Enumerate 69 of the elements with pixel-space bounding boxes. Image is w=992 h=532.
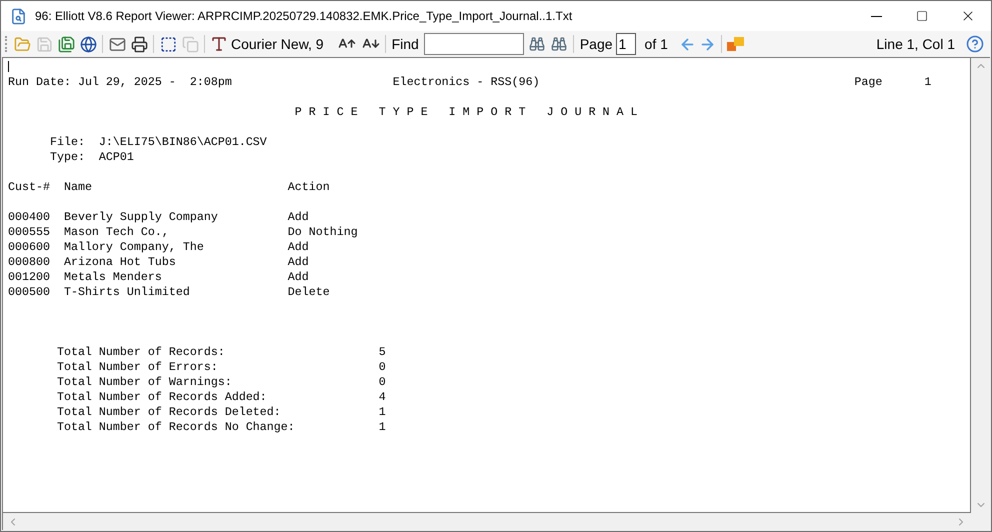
customer-number: 000600: [8, 240, 51, 255]
find-label: Find: [392, 34, 419, 54]
customer-name: Beverly Supply Company: [64, 210, 219, 225]
total-label: Total Number of Records:: [56, 345, 226, 360]
page-count: of 1: [644, 34, 668, 54]
total-label: Total Number of Warnings:: [56, 375, 233, 390]
total-label: Total Number of Records No Change:: [56, 420, 296, 435]
printer-icon: [130, 36, 148, 52]
customer-number: 000800: [8, 255, 51, 270]
action: Add: [288, 255, 309, 270]
total-label: Total Number of Errors:: [56, 360, 219, 375]
page-label: Page: [580, 34, 613, 54]
total-value: 5: [378, 345, 386, 360]
column-header: Name: [64, 180, 93, 195]
customer-number: 000500: [8, 285, 51, 300]
customer-name: Mallory Company, The: [64, 240, 205, 255]
total-value: 0: [378, 360, 386, 375]
customer-number: 000555: [8, 225, 51, 240]
find-field[interactable]: [424, 33, 524, 55]
toolbar-grip[interactable]: [5, 36, 8, 52]
binoculars-icon: [528, 36, 545, 52]
action: Do Nothing: [288, 225, 358, 240]
file-label: File:: [50, 135, 86, 150]
text-cursor: [8, 61, 9, 72]
file-path: J:\ELI75\BIN86\ACP01.CSV: [98, 135, 267, 150]
left-arrow-icon: [679, 36, 696, 52]
total-value: 0: [378, 375, 386, 390]
total-value: 1: [378, 420, 386, 435]
customer-name: T-Shirts Unlimited: [64, 285, 191, 300]
action: Delete: [288, 285, 330, 300]
font-icon: [210, 35, 228, 53]
customer-name: Arizona Hot Tubs: [64, 255, 177, 270]
page-label: Page: [854, 75, 884, 90]
action: Add: [288, 210, 309, 225]
dashed-square-icon: [160, 36, 176, 52]
customer-name: Metals Menders: [64, 270, 163, 285]
page-number: 1: [924, 75, 932, 90]
report-title: P R I C E T Y P E I M P O R T J O U R N A L: [294, 105, 638, 120]
copy-icon: [182, 36, 198, 52]
run-date: Run Date: Jul 29, 2025 - 2:08pm: [8, 75, 233, 90]
help-icon: [966, 35, 984, 53]
type-value: ACP01: [98, 150, 134, 165]
total-value: 4: [378, 390, 386, 405]
envelope-icon: [108, 36, 126, 52]
squares-icon: [726, 37, 745, 51]
total-label: Total Number of Records Deleted:: [56, 405, 282, 420]
total-label: Total Number of Records Added:: [56, 390, 268, 405]
type-label: Type:: [50, 150, 86, 165]
customer-name: Mason Tech Co.,: [64, 225, 170, 240]
floppy-disks-icon: [58, 36, 74, 52]
action: Add: [288, 240, 309, 255]
document-search-icon: [10, 8, 27, 24]
page-field[interactable]: 1: [616, 33, 636, 55]
column-header: Action: [288, 180, 330, 195]
company-name: Electronics - RSS(96): [392, 75, 541, 90]
maximize-icon: [916, 10, 928, 22]
total-value: 1: [378, 405, 386, 420]
customer-number: 001200: [8, 270, 51, 285]
font-button[interactable]: Courier New, 9: [208, 33, 326, 55]
help-button[interactable]: [965, 34, 985, 54]
right-arrow-icon: [699, 36, 716, 52]
cursor-position: Line 1, Col 1: [876, 34, 955, 54]
window-title: 96: Elliott V8.6 Report Viewer: ARPRCIMP.20250729.140832.EMK.Price_Type_Import_Journal..1.Txt: [35, 8, 574, 25]
column-header: Cust-#: [8, 180, 51, 195]
folder-icon: [14, 36, 30, 52]
customer-number: 000400: [8, 210, 51, 225]
action: Add: [288, 270, 309, 285]
globe-icon: [80, 36, 96, 52]
binoculars-icon: [550, 36, 567, 52]
